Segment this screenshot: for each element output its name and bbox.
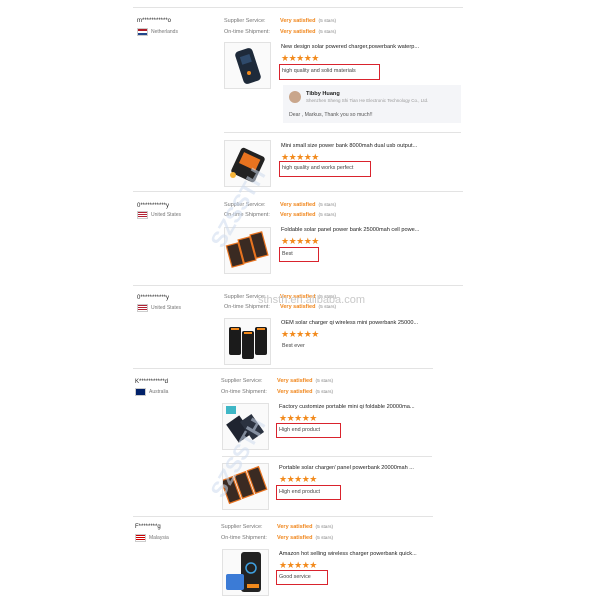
product-title-link[interactable]: Factory customize portable mini qi folda…	[279, 404, 415, 410]
malaysia-flag-icon	[135, 534, 146, 542]
supplier-service-label: Supplier Service:	[224, 18, 266, 24]
product-star-rating: ★★★★★	[279, 474, 317, 484]
supplier-service-rating: Very satisfied (5 stars)	[280, 202, 337, 208]
highlight-box	[279, 161, 371, 177]
ontime-shipment-label: On-time Shipment:	[224, 29, 270, 35]
reviewer-country: United States	[137, 304, 181, 312]
reply-author: Tibby Huang	[306, 91, 340, 97]
reviewer-name: 0***********y	[137, 295, 170, 301]
product-star-rating: ★★★★★	[279, 413, 317, 423]
netherlands-flag-icon	[137, 28, 148, 36]
country-label: Malaysia	[149, 535, 169, 541]
country-label: Australia	[149, 389, 169, 395]
avatar	[289, 91, 301, 103]
divider	[224, 132, 461, 133]
product-title-link[interactable]: Portable solar charger/ panel powerbank …	[279, 465, 414, 471]
divider	[133, 285, 463, 286]
url-watermark: sthsth.en.alibaba.com	[258, 294, 366, 306]
reviewer-name: F********g	[135, 524, 161, 530]
product-star-rating: ★★★★★	[279, 560, 317, 570]
review-text: Best ever	[282, 343, 305, 349]
supplier-service-label: Supplier Service:	[221, 524, 263, 530]
reviewer-country: Australia	[135, 388, 168, 396]
supplier-service-rating: Very satisfied (5 stars)	[277, 524, 334, 530]
product-star-rating: ★★★★★	[281, 329, 319, 339]
country-label: Netherlands	[151, 29, 178, 35]
highlight-box	[276, 485, 341, 500]
ontime-shipment-rating: Very satisfied (5 stars)	[280, 212, 337, 218]
highlight-box	[276, 570, 328, 585]
product-title-link[interactable]: OEM solar charger qi wireless mini power…	[281, 320, 418, 326]
divider	[133, 368, 433, 369]
supplier-service-label: Supplier Service:	[221, 378, 263, 384]
divider	[133, 191, 463, 192]
divider	[133, 7, 463, 8]
supplier-reply: Tibby Huang Shenzhen Sheng Shi Tian He E…	[283, 85, 461, 123]
product-star-rating: ★★★★★	[281, 236, 319, 246]
power-bank-image	[229, 327, 267, 359]
product-thumbnail[interactable]	[222, 549, 269, 596]
country-label: United States	[151, 305, 182, 311]
usa-flag-icon	[137, 304, 148, 312]
reviewer-country: Malaysia	[135, 534, 169, 542]
usa-flag-icon	[137, 211, 148, 219]
ontime-shipment-rating: Very satisfied (5 stars)	[277, 389, 334, 395]
reply-company: Shenzhen Sheng Shi Tian He Electronic Te…	[306, 98, 429, 103]
reviewer-country: United States	[137, 211, 181, 219]
power-bank-image	[226, 552, 261, 592]
ontime-shipment-rating: Very satisfied (5 stars)	[277, 535, 334, 541]
ontime-shipment-label: On-time Shipment:	[221, 535, 267, 541]
reviewer-name: K***********d	[135, 379, 169, 385]
product-title-link[interactable]: Foldable solar panel power bank 25000mah…	[281, 227, 419, 233]
divider	[133, 516, 433, 517]
australia-flag-icon	[135, 388, 146, 396]
supplier-service-rating: Very satisfied (5 stars)	[277, 378, 334, 384]
product-thumbnail[interactable]	[224, 42, 271, 89]
ontime-shipment-label: On-time Shipment:	[221, 389, 267, 395]
product-thumbnail[interactable]	[224, 318, 271, 365]
highlight-box	[276, 423, 341, 438]
product-title-link[interactable]: Amazon hot selling wireless charger powe…	[279, 551, 417, 557]
product-title-link[interactable]: New design solar powered charger,powerba…	[281, 44, 419, 50]
reviewer-country: Netherlands	[137, 28, 178, 36]
reviewer-name: 0***********y	[137, 203, 170, 209]
country-label: United States	[151, 212, 182, 218]
product-star-rating: ★★★★★	[281, 53, 319, 63]
power-bank-image	[235, 48, 261, 84]
product-title-link[interactable]: Mini small size power bank 8000mah dual …	[281, 143, 417, 149]
reviewer-name: m***********o	[137, 18, 172, 24]
supplier-service-rating: Very satisfied (5 stars)	[280, 18, 337, 24]
highlight-box	[279, 247, 319, 262]
ontime-shipment-rating: Very satisfied (5 stars)	[280, 29, 337, 35]
highlight-box	[279, 64, 380, 80]
reply-text: Dear , Markus, Thank you so much!!	[289, 112, 373, 118]
